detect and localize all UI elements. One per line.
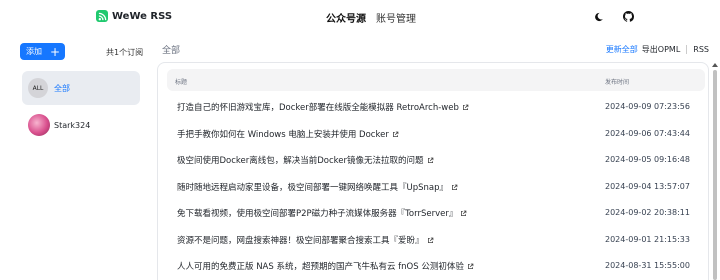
sidebar-item-stark324[interactable]: Stark324 (22, 108, 140, 142)
divider (686, 45, 688, 54)
sidebar-item-all[interactable]: ALL 全部 (22, 71, 140, 105)
external-link-icon[interactable] (427, 157, 434, 164)
main-nav: 公众号源 账号管理 (326, 10, 416, 25)
column-header-time: 发布时间 (605, 79, 630, 86)
external-link-icon[interactable] (460, 210, 467, 217)
scroll-thumb[interactable] (713, 70, 717, 280)
table-row[interactable]: 打造自己的怀旧游戏宝库，Docker部署在线版全能模拟器 RetroArch-w… (167, 93, 705, 119)
article-title-link[interactable]: 人人可用的免费正版 NAS 系统，超预期的国产飞牛私有云 fnOS 公测初体验 (177, 260, 474, 272)
table-row[interactable]: 资源不是问题，网盘搜索神器！极空间部署聚合搜索工具『爱盼』 2024-09-01 … (167, 226, 705, 252)
column-header-title: 标题 (175, 79, 188, 86)
table-row[interactable]: 免下载看视频，使用极空间部署P2P磁力种子流媒体服务器『TorrServer』 2… (167, 199, 705, 225)
app-logo[interactable]: WeWe RSS (96, 10, 172, 22)
article-title-link[interactable]: 资源不是问题，网盘搜索神器！极空间部署聚合搜索工具『爱盼』 (177, 234, 434, 246)
publish-time: 2024-08-31 15:55:00 (605, 261, 690, 270)
nav-accounts[interactable]: 账号管理 (376, 10, 416, 25)
page-title: 全部 (162, 46, 181, 56)
nav-feeds[interactable]: 公众号源 (326, 10, 366, 25)
feed-actions: 更新全部 导出OPML RSS (606, 44, 709, 55)
avatar (28, 114, 50, 136)
article-title-link[interactable]: 手把手教你如何在 Windows 电脑上安装并使用 Docker (177, 128, 399, 140)
scrollbar[interactable] (711, 62, 718, 280)
subscription-count: 共1个订阅 (106, 48, 144, 57)
external-link-icon[interactable] (392, 131, 399, 138)
table-row[interactable]: 极空间使用Docker离线包，解决当前Docker镜像无法拉取的问题 2024-0… (167, 146, 705, 172)
article-table: 标题 发布时间 打造自己的怀旧游戏宝库，Docker部署在线版全能模拟器 Ret… (157, 62, 709, 280)
github-icon[interactable] (621, 9, 635, 23)
article-title-link[interactable]: 极空间使用Docker离线包，解决当前Docker镜像无法拉取的问题 (177, 154, 434, 166)
rss-feed-icon (96, 10, 108, 22)
publish-time: 2024-09-09 07:23:56 (605, 102, 690, 111)
avatar-all: ALL (28, 78, 48, 98)
external-link-icon[interactable] (427, 237, 434, 244)
publish-time: 2024-09-02 20:38:11 (605, 208, 690, 217)
sidebar-item-label: 全部 (54, 83, 70, 93)
table-row[interactable]: 手把手教你如何在 Windows 电脑上安装并使用 Docker 2024-09-… (167, 120, 705, 146)
external-link-icon[interactable] (467, 263, 474, 270)
moon-icon[interactable] (593, 9, 607, 23)
article-title-link[interactable]: 免下载看视频，使用极空间部署P2P磁力种子流媒体服务器『TorrServer』 (177, 207, 467, 219)
article-title-link[interactable]: 随时随地远程启动家里设备，极空间部署一键网络唤醒工具『UpSnap』 (177, 181, 458, 193)
rss-link[interactable]: RSS (693, 45, 709, 54)
external-link-icon[interactable] (462, 104, 469, 111)
table-row[interactable]: 人人可用的免费正版 NAS 系统，超预期的国产飞牛私有云 fnOS 公测初体验 2… (167, 252, 705, 278)
table-header: 标题 发布时间 (167, 69, 705, 91)
external-link-icon[interactable] (451, 184, 458, 191)
add-subscription-button[interactable]: 添加 + (20, 43, 65, 60)
add-button-label: 添加 (26, 47, 42, 56)
article-title-link[interactable]: 打造自己的怀旧游戏宝库，Docker部署在线版全能模拟器 RetroArch-w… (177, 101, 469, 113)
publish-time: 2024-09-05 09:16:48 (605, 155, 690, 164)
publish-time: 2024-09-01 21:15:33 (605, 234, 690, 244)
export-opml-link[interactable]: 导出OPML (642, 44, 680, 55)
plus-icon: + (50, 44, 61, 59)
publish-time: 2024-09-04 13:57:07 (605, 181, 690, 191)
top-header: WeWe RSS 公众号源 账号管理 (0, 0, 720, 34)
app-title: WeWe RSS (112, 10, 173, 22)
scroll-up-arrow-icon[interactable] (712, 63, 718, 67)
publish-time: 2024-09-06 07:43:44 (605, 128, 690, 138)
sidebar-item-label: Stark324 (54, 120, 91, 130)
table-row[interactable]: 随时随地远程启动家里设备，极空间部署一键网络唤醒工具『UpSnap』 2024-0… (167, 173, 705, 199)
update-all-link[interactable]: 更新全部 (606, 44, 638, 55)
